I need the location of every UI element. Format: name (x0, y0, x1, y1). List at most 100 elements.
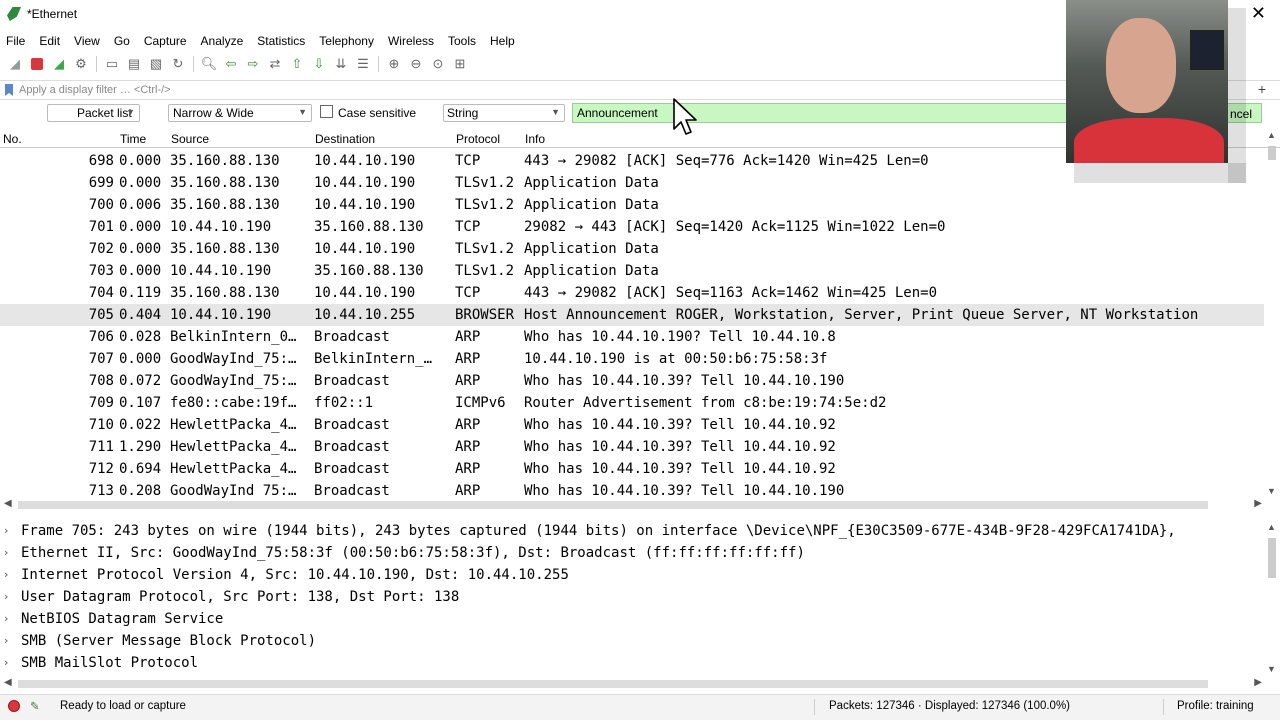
packet-row[interactable]: 712 0.694 HewlettPacka_4… Broadcast ARP Who h… (0, 458, 1264, 480)
hscrollbar-thumb[interactable] (18, 501, 1208, 509)
menu-capture[interactable]: Capture (138, 34, 195, 48)
menu-analyze[interactable]: Analyze (195, 34, 252, 48)
scroll-right-icon[interactable]: ▶ (1254, 677, 1262, 688)
packet-row[interactable]: 709 0.107 fe80::cabe:19f… ff02::1 ICMPv6 Rout… (0, 392, 1264, 414)
packet-row[interactable]: 708 0.072 GoodWayInd_75:… Broadcast ARP Who h… (0, 370, 1264, 392)
scroll-right-icon[interactable]: ▶ (1254, 498, 1262, 509)
packet-protocol: ARP (455, 417, 481, 433)
scroll-up-icon[interactable]: ▲ (1267, 130, 1276, 140)
search-type-select[interactable]: String ▼ (443, 104, 565, 122)
details-hscrollbar[interactable]: ◀ ▶ (0, 677, 1264, 691)
find-packet-icon[interactable]: 🔍︎ (201, 56, 218, 72)
open-file-icon[interactable]: ▭ (104, 56, 120, 72)
resize-columns-icon[interactable]: ⊞ (452, 56, 468, 72)
packet-row[interactable]: 705 0.404 10.44.10.190 10.44.10.255 BROWSER H… (0, 304, 1264, 326)
scrollbar-thumb[interactable] (1268, 538, 1276, 578)
packet-source: HewlettPacka_4… (170, 417, 297, 433)
scroll-left-icon[interactable]: ◀ (4, 677, 12, 688)
expand-chevron-icon[interactable]: › (4, 564, 8, 586)
go-forward-icon[interactable]: ⇨ (245, 56, 261, 72)
menu-edit[interactable]: Edit (33, 34, 68, 48)
packet-list-scrollbar[interactable]: ▲ ▼ (1266, 130, 1278, 496)
stop-capture-icon[interactable] (29, 56, 45, 72)
packet-time: 0.208 (119, 483, 162, 498)
expand-chevron-icon[interactable]: › (4, 630, 8, 652)
packet-row[interactable]: 703 0.000 10.44.10.190 35.160.88.130 TLSv1.2… (0, 260, 1264, 282)
column-time[interactable]: Time (120, 132, 146, 146)
scroll-down-icon[interactable]: ▼ (1267, 664, 1276, 674)
expand-chevron-icon[interactable]: › (4, 520, 8, 542)
go-to-packet-icon[interactable]: ⇄ (267, 56, 283, 72)
packet-row[interactable]: 702 0.000 35.160.88.130 10.44.10.190 TLSv1.2… (0, 238, 1264, 260)
add-filter-button-icon[interactable]: + (1258, 81, 1266, 97)
details-scrollbar[interactable]: ▲ ▼ (1266, 522, 1278, 674)
detail-tree-item[interactable]: › NetBIOS Datagram Service (0, 608, 1264, 630)
column-info[interactable]: Info (525, 132, 545, 146)
search-scope-select[interactable]: Packet list ▼ (47, 104, 140, 122)
hscrollbar-thumb[interactable] (18, 680, 1208, 688)
expand-chevron-icon[interactable]: › (4, 608, 8, 630)
menu-view[interactable]: View (68, 34, 108, 48)
edit-comment-icon[interactable]: ✎ (30, 699, 40, 713)
packet-row[interactable]: 710 0.022 HewlettPacka_4… Broadcast ARP Who h… (0, 414, 1264, 436)
packet-no: 707 (88, 351, 114, 367)
profile-text[interactable]: Profile: training (1177, 700, 1254, 712)
scrollbar-thumb[interactable] (1268, 146, 1276, 160)
packet-row[interactable]: 713 0.208 GoodWayInd_75:… Broadcast ARP Who h… (0, 480, 1264, 498)
expand-chevron-icon[interactable]: › (4, 586, 8, 608)
expand-chevron-icon[interactable]: › (4, 652, 8, 674)
packet-list[interactable]: 698 0.000 35.160.88.130 10.44.10.190 TCP 443 … (0, 150, 1264, 498)
menu-telephony[interactable]: Telephony (313, 34, 382, 48)
menu-statistics[interactable]: Statistics (251, 34, 313, 48)
menu-help[interactable]: Help (484, 34, 523, 48)
save-file-icon[interactable]: ▤ (126, 56, 142, 72)
menu-go[interactable]: Go (108, 34, 138, 48)
display-filter-input[interactable]: Apply a display filter … <Ctrl-/> (19, 84, 171, 96)
go-first-packet-icon[interactable]: ⇧ (289, 56, 305, 72)
zoom-normal-icon[interactable]: ⊙ (430, 56, 446, 72)
close-icon[interactable]: ✕ (1251, 4, 1266, 22)
packet-row[interactable]: 711 1.290 HewlettPacka_4… Broadcast ARP Who h… (0, 436, 1264, 458)
packet-row[interactable]: 700 0.006 35.160.88.130 10.44.10.190 TLSv1.2… (0, 194, 1264, 216)
menu-tools[interactable]: Tools (442, 34, 484, 48)
menu-wireless[interactable]: Wireless (382, 34, 442, 48)
packet-row[interactable]: 707 0.000 GoodWayInd_75:… BelkinIntern_… ARP… (0, 348, 1264, 370)
go-back-icon[interactable]: ⇦ (223, 56, 239, 72)
case-sensitive-checkbox[interactable] (320, 105, 333, 118)
zoom-in-icon[interactable]: ⊕ (386, 56, 402, 72)
go-last-packet-icon[interactable]: ⇩ (311, 56, 327, 72)
packet-row[interactable]: 701 0.000 10.44.10.190 35.160.88.130 TCP 2908… (0, 216, 1264, 238)
autoscroll-icon[interactable]: ⇊ (333, 56, 349, 72)
reload-file-icon[interactable]: ↻ (170, 56, 186, 72)
expert-info-icon[interactable] (8, 700, 20, 712)
capture-options-icon[interactable]: ⚙ (73, 56, 89, 72)
scroll-down-icon[interactable]: ▼ (1267, 486, 1276, 496)
detail-tree-item[interactable]: › User Datagram Protocol, Src Port: 138, … (0, 586, 1264, 608)
bookmark-icon[interactable] (5, 84, 13, 96)
detail-tree-item[interactable]: › Ethernet II, Src: GoodWayInd_75:58:3f (… (0, 542, 1264, 564)
scroll-left-icon[interactable]: ◀ (4, 498, 12, 509)
start-capture-icon[interactable]: ◢ (7, 56, 23, 72)
detail-tree-item[interactable]: › Internet Protocol Version 4, Src: 10.44… (0, 564, 1264, 586)
search-charset-select[interactable]: Narrow & Wide ▼ (168, 104, 312, 122)
detail-tree-item[interactable]: › SMB MailSlot Protocol (0, 652, 1264, 674)
restart-capture-icon[interactable]: ◢ (51, 56, 67, 72)
column-source[interactable]: Source (171, 132, 209, 146)
detail-tree-item[interactable]: › SMB (Server Message Block Protocol) (0, 630, 1264, 652)
packet-row[interactable]: 704 0.119 35.160.88.130 10.44.10.190 TCP 443 … (0, 282, 1264, 304)
detail-tree-item[interactable]: › Frame 705: 243 bytes on wire (1944 bits… (0, 520, 1264, 542)
packet-list-hscrollbar[interactable]: ◀ ▶ (0, 498, 1264, 512)
column-no[interactable]: No. (3, 132, 22, 146)
packet-row[interactable]: 706 0.028 BelkinIntern_0… Broadcast ARP Who h… (0, 326, 1264, 348)
colorize-icon[interactable]: ☰ (355, 56, 371, 72)
zoom-out-icon[interactable]: ⊖ (408, 56, 424, 72)
toolbar-divider (193, 56, 194, 72)
column-protocol[interactable]: Protocol (456, 132, 500, 146)
close-file-icon[interactable]: ▧ (148, 56, 164, 72)
expand-chevron-icon[interactable]: › (4, 542, 8, 564)
packet-details[interactable]: › Frame 705: 243 bytes on wire (1944 bits… (0, 520, 1264, 676)
packet-info: 443 → 29082 [ACK] Seq=776 Ack=1420 Win=4… (524, 153, 929, 169)
column-destination[interactable]: Destination (315, 132, 375, 146)
scroll-up-icon[interactable]: ▲ (1267, 522, 1276, 532)
menu-file[interactable]: File (0, 34, 33, 48)
